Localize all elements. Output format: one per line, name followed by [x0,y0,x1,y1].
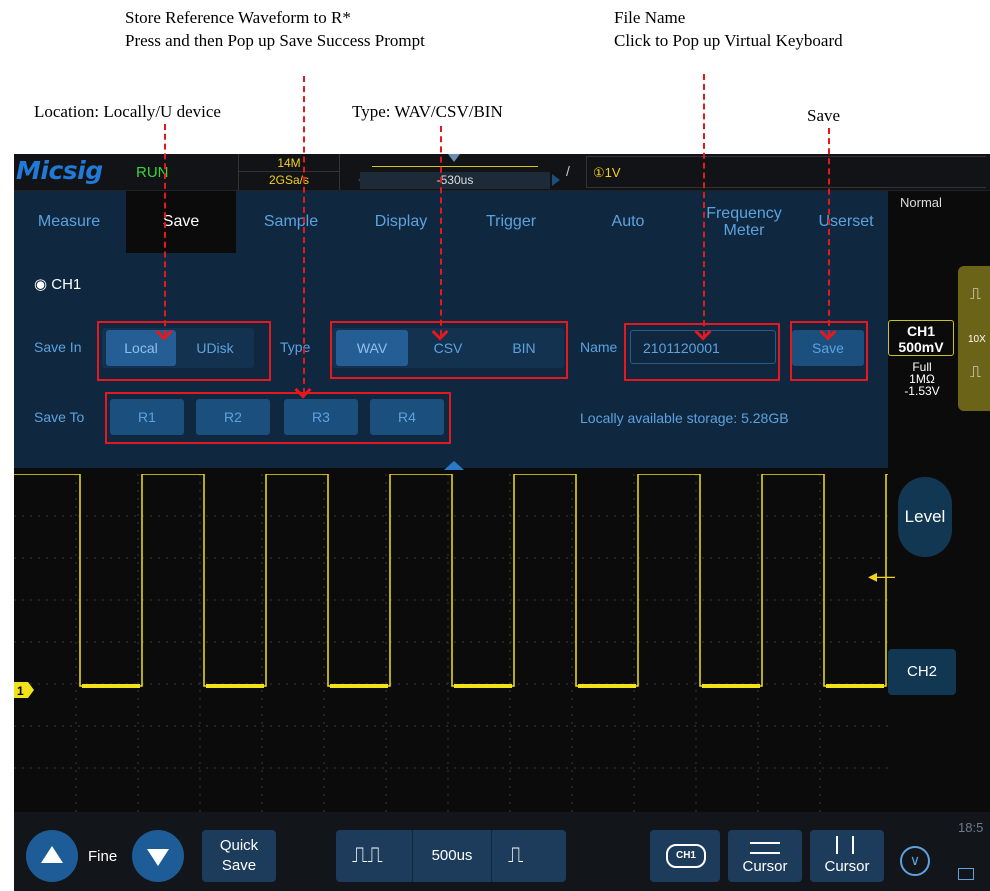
trigger-mode[interactable]: Normal [900,195,942,210]
tab-auto[interactable]: Auto [566,191,690,253]
top-status-bar: Micsig RUN 14M 2GSa/s -530us / ①1V [14,154,990,191]
ch1-waveform [14,474,888,688]
tab-userset[interactable]: Userset [804,191,888,253]
horizontal-cursor-icon [750,842,780,854]
cursor-label-2: Cursor [824,858,870,875]
cursor-vertical-button[interactable]: Cursor [810,830,884,882]
timebase-position[interactable]: -530us [358,154,560,190]
collapse-panel-icon[interactable] [444,461,464,470]
pointer-location [164,124,166,336]
waveform-display: 1 [14,474,888,812]
bottom-toolbar: Fine Quick Save ⎍⎍ 500us ⎍ CH1 Cursor Cu… [14,812,990,891]
fine-down-button[interactable] [132,830,184,882]
storage-available: Locally available storage: 5.28GB [580,410,789,426]
quick-save-button[interactable]: Quick Save [202,830,276,882]
square-wave-icon: ⎍ [970,286,982,303]
display-icon [958,868,974,880]
ch1-marker-label: 1 [17,684,24,698]
name-label: Name [580,339,618,355]
annotation-save: Save [807,106,841,125]
trigger-level[interactable]: ①1V [586,156,986,188]
timebase-value[interactable]: 500us [412,830,492,882]
ch1-icon: CH1 [666,844,706,868]
rising-edge-icon: / [566,163,570,179]
pointer-type [440,126,442,336]
save-in-label: Save In [34,339,82,355]
sample-rate: 2GSa/s [268,173,310,187]
ch1-probe-tab[interactable]: ⎍ 10X ⎍ [958,266,990,411]
channel-radio[interactable]: ◉ CH1 [34,275,81,293]
annotation-file-name: File Name Click to Pop up Virtual Keyboa… [614,8,843,50]
pointer-store-reference [303,76,305,394]
annotation-location: Location: Locally/U device [34,102,221,121]
timebase-control: ⎍⎍ 500us ⎍ [336,830,566,882]
save-to-label: Save To [34,409,85,425]
vertical-cursor-icon [836,836,854,854]
ch2-button[interactable]: CH2 [888,649,956,695]
micsig-logo: Micsig [16,156,103,185]
ch1-offset: -1.53V [904,384,940,398]
fine-up-button[interactable] [26,830,78,882]
main-menu: Measure Save Sample Display Trigger Auto… [14,191,888,253]
tab-measure[interactable]: Measure [14,191,124,253]
tab-save[interactable]: Save [126,191,236,253]
highlight-save-in [97,321,271,381]
timebase-expand-icon[interactable]: ⎍ [508,842,523,868]
sample-info[interactable]: 14M 2GSa/s [238,154,340,190]
trigger-position-marker [448,154,460,162]
grid [14,474,888,812]
ch1-trace [14,474,888,687]
trigger-level-arrow-icon: ◂— [868,566,896,586]
tab-frequency-meter-line1: Frequency [706,205,782,222]
quick-save-line2: Save [221,857,257,874]
annotation-store-reference: Store Reference Waveform to R* Press and… [125,8,425,50]
ch1-label: CH1 [906,323,935,339]
timebase-compress-icon[interactable]: ⎍⎍ [352,842,383,868]
level-label: Level [904,507,946,526]
ch1-scale: 500mV [898,339,944,355]
pointer-file-name [703,74,705,336]
oscilloscope-screen: Micsig RUN 14M 2GSa/s -530us / ①1V Measu… [14,154,990,891]
annotation-type: Type: WAV/CSV/BIN [352,102,503,121]
radio-selected-icon: ◉ [34,276,48,293]
square-wave-icon-2: ⎍ [970,364,982,381]
fine-label: Fine [88,848,118,865]
channel-select-button[interactable]: CH1 [650,830,720,882]
tab-frequency-meter-line2: Meter [723,222,765,239]
highlight-type [330,321,568,379]
type-label: Type [280,339,311,355]
ch1-info: Full 1MΩ -1.53V [894,361,950,397]
memory-depth: 14M [239,154,339,172]
cursor-horizontal-button[interactable]: Cursor [728,830,802,882]
right-panel: Normal ⎍ 10X ⎍ CH1 500mV Full 1MΩ -1.53V… [868,191,990,812]
clock: 18:5 [958,820,984,835]
channel-label: CH1 [51,276,82,293]
highlight-save-to [105,392,451,444]
chevron-right-icon[interactable] [552,174,560,186]
chevron-down-icon[interactable]: ∨ [900,846,930,876]
timebase-bar [372,166,538,167]
pointer-save [828,128,830,336]
tab-trigger[interactable]: Trigger [456,191,566,253]
cursor-label-1: Cursor [742,858,788,875]
tab-frequency-meter[interactable]: Frequency Meter [682,191,806,253]
level-button[interactable]: Level [898,477,952,557]
ch1-settings[interactable]: CH1 500mV [888,320,954,356]
tab-sample[interactable]: Sample [236,191,346,253]
probe-ratio: 10X [968,334,986,345]
timebase-offset: -530us [360,172,550,189]
quick-save-line1: Quick [219,837,259,854]
